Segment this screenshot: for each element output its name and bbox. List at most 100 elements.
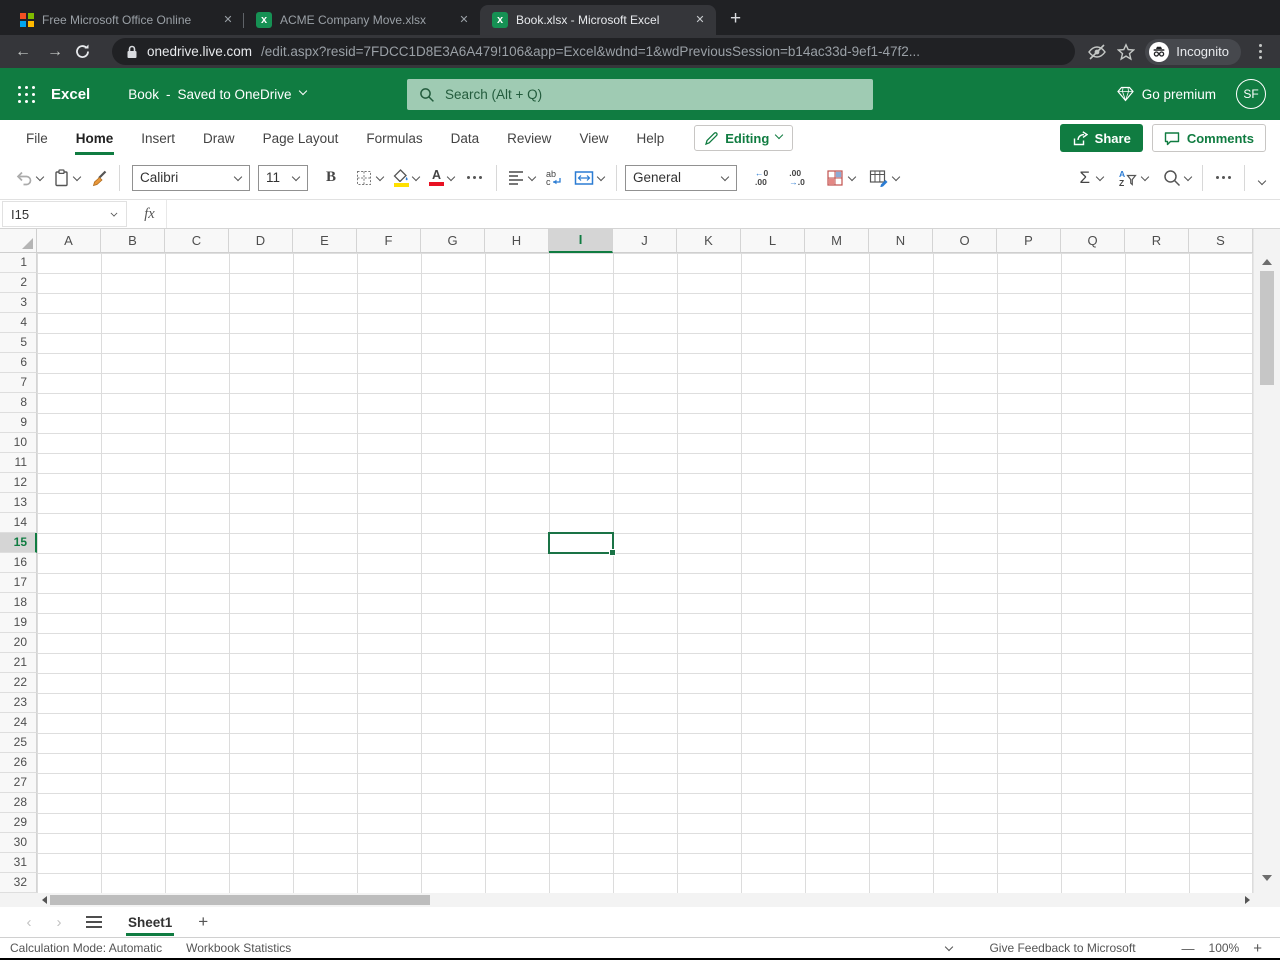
- url-bar[interactable]: onedrive.live.com/edit.aspx?resid=7FDCC1…: [112, 38, 1076, 65]
- save-status[interactable]: Saved to OneDrive: [177, 87, 291, 102]
- select-all-corner[interactable]: [0, 229, 37, 253]
- row-header-29[interactable]: 29: [0, 813, 37, 833]
- autosum-button[interactable]: Σ: [1073, 166, 1107, 190]
- vertical-scroll-thumb[interactable]: [1260, 271, 1274, 385]
- zoom-out-button[interactable]: —: [1182, 941, 1195, 956]
- ribbon-tab-formulas[interactable]: Formulas: [352, 120, 436, 156]
- chevron-down-icon[interactable]: [848, 174, 856, 182]
- chevron-down-icon[interactable]: [597, 174, 605, 182]
- ribbon-tab-insert[interactable]: Insert: [127, 120, 189, 156]
- font-color-button[interactable]: A: [426, 167, 458, 188]
- status-expand-chevron[interactable]: [945, 944, 953, 952]
- browser-tab-1[interactable]: Free Microsoft Office Online ✕: [8, 5, 244, 35]
- column-header-S[interactable]: S: [1189, 229, 1253, 253]
- zoom-level[interactable]: 100%: [1209, 941, 1240, 955]
- more-font-options-button[interactable]: [461, 174, 488, 181]
- prev-sheet-arrow[interactable]: ‹: [14, 914, 44, 931]
- cell-area[interactable]: [37, 253, 1253, 893]
- borders-button[interactable]: [352, 167, 387, 189]
- column-header-I[interactable]: I: [549, 229, 613, 253]
- column-header-J[interactable]: J: [613, 229, 677, 253]
- row-header-23[interactable]: 23: [0, 693, 37, 713]
- calculation-mode-status[interactable]: Calculation Mode: Automatic: [10, 941, 162, 955]
- chevron-down-icon[interactable]: [528, 174, 536, 182]
- column-header-R[interactable]: R: [1125, 229, 1189, 253]
- new-tab-button[interactable]: +: [730, 9, 741, 28]
- spreadsheet-grid[interactable]: ABCDEFGHIJKLMNOPQRS 1 2 3 4 5 6 7 8 9 10 11 12 13 14 1…: [0, 229, 1280, 893]
- collapse-ribbon-chevron[interactable]: [1258, 178, 1266, 186]
- forward-icon[interactable]: →: [42, 43, 68, 61]
- wrap-text-button[interactable]: ab c: [542, 167, 568, 188]
- row-header-25[interactable]: 25: [0, 733, 37, 753]
- chevron-down-icon[interactable]: [1096, 174, 1104, 182]
- document-title-group[interactable]: Book - Saved to OneDrive .appbar .chev::…: [128, 87, 306, 102]
- reload-icon[interactable]: [74, 43, 100, 60]
- ribbon-tab-home[interactable]: Home: [62, 120, 128, 156]
- row-header-16[interactable]: 16: [0, 553, 37, 573]
- row-header-7[interactable]: 7: [0, 373, 37, 393]
- column-header-C[interactable]: C: [165, 229, 229, 253]
- document-title[interactable]: Book: [128, 87, 159, 102]
- row-header-20[interactable]: 20: [0, 633, 37, 653]
- tab-close-icon[interactable]: ✕: [692, 12, 708, 28]
- column-header-M[interactable]: M: [805, 229, 869, 253]
- chevron-down-icon[interactable]: [892, 174, 900, 182]
- row-header-24[interactable]: 24: [0, 713, 37, 733]
- find-button[interactable]: [1160, 167, 1195, 189]
- ribbon-tab-page-layout[interactable]: Page Layout: [249, 120, 353, 156]
- chevron-down-icon[interactable]: [1141, 174, 1149, 182]
- row-header-2[interactable]: 2: [0, 273, 37, 293]
- decrease-decimal-button[interactable]: ←0 .00: [752, 167, 771, 189]
- add-sheet-button[interactable]: +: [198, 912, 208, 932]
- tab-close-icon[interactable]: ✕: [456, 12, 472, 28]
- comments-button[interactable]: Comments: [1151, 124, 1266, 152]
- horizontal-scroll-thumb[interactable]: [50, 895, 430, 905]
- row-header-15[interactable]: 15: [0, 533, 37, 553]
- column-header-N[interactable]: N: [869, 229, 933, 253]
- column-header-P[interactable]: P: [997, 229, 1061, 253]
- scroll-up-arrow[interactable]: [1262, 259, 1272, 265]
- undo-button[interactable]: [12, 168, 47, 188]
- scroll-left-arrow[interactable]: [42, 896, 47, 904]
- chevron-down-icon[interactable]: [36, 174, 44, 182]
- next-sheet-arrow[interactable]: ›: [44, 914, 74, 931]
- chevron-down-icon[interactable]: [111, 211, 117, 217]
- row-header-31[interactable]: 31: [0, 853, 37, 873]
- row-header-10[interactable]: 10: [0, 433, 37, 453]
- share-button[interactable]: Share: [1059, 124, 1143, 152]
- column-header-D[interactable]: D: [229, 229, 293, 253]
- row-header-14[interactable]: 14: [0, 513, 37, 533]
- app-name[interactable]: Excel: [51, 86, 90, 103]
- format-painter-button[interactable]: [87, 167, 111, 189]
- name-box[interactable]: I15: [2, 201, 127, 227]
- account-avatar[interactable]: SF: [1236, 79, 1266, 109]
- font-size-select[interactable]: 11: [258, 164, 308, 191]
- workbook-statistics-button[interactable]: Workbook Statistics: [186, 941, 291, 955]
- merge-cells-button[interactable]: [571, 168, 608, 188]
- increase-decimal-button[interactable]: .00 →.0: [786, 167, 808, 189]
- row-header-12[interactable]: 12: [0, 473, 37, 493]
- eye-off-icon[interactable]: [1087, 43, 1107, 61]
- column-header-A[interactable]: A: [37, 229, 101, 253]
- row-header-27[interactable]: 27: [0, 773, 37, 793]
- chevron-down-icon[interactable]: [1184, 174, 1192, 182]
- selected-cell-outline[interactable]: [548, 532, 616, 556]
- horizontal-scrollbar[interactable]: [0, 893, 1280, 907]
- column-header-B[interactable]: B: [101, 229, 165, 253]
- format-as-table-button[interactable]: [866, 167, 903, 189]
- number-format-select[interactable]: General: [625, 164, 738, 191]
- chevron-down-icon[interactable]: .appbar .chev::after{border-color:#fff}: [299, 88, 307, 96]
- tab-close-icon[interactable]: ✕: [220, 12, 236, 28]
- toolbar-overflow-button[interactable]: [1210, 174, 1237, 181]
- scroll-right-arrow[interactable]: [1245, 896, 1250, 904]
- column-header-G[interactable]: G: [421, 229, 485, 253]
- insert-function-button[interactable]: fx: [133, 200, 167, 228]
- row-header-19[interactable]: 19: [0, 613, 37, 633]
- column-header-O[interactable]: O: [933, 229, 997, 253]
- ribbon-tab-draw[interactable]: Draw: [189, 120, 249, 156]
- row-header-4[interactable]: 4: [0, 313, 37, 333]
- ribbon-tab-file[interactable]: File: [12, 120, 62, 156]
- chevron-down-icon[interactable]: [376, 174, 384, 182]
- row-header-11[interactable]: 11: [0, 453, 37, 473]
- browser-tab-3[interactable]: x Book.xlsx - Microsoft Excel ✕: [480, 5, 716, 35]
